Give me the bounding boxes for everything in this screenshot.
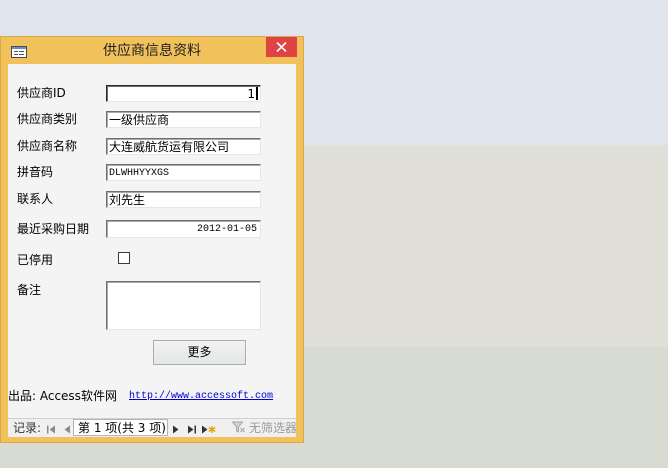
- new-record-icon[interactable]: [202, 423, 216, 437]
- supplier-name-value: 大连威航货运有限公司: [109, 140, 230, 154]
- credit-text: 出品: Access软件网: [8, 389, 117, 403]
- last-purchase-date-value: 2012-01-05: [196, 224, 257, 235]
- contact-field[interactable]: 刘先生: [106, 191, 261, 208]
- supplier-id-value: 1: [247, 87, 255, 101]
- category-field[interactable]: 一级供应商: [106, 111, 261, 128]
- more-button[interactable]: 更多: [153, 340, 246, 365]
- last-purchase-date-field[interactable]: 2012-01-05: [106, 220, 261, 238]
- notes-field[interactable]: [106, 281, 261, 330]
- previous-record-icon[interactable]: [64, 423, 70, 437]
- filter-icon[interactable]: [231, 421, 245, 436]
- supplier-id-label: 供应商ID: [17, 86, 66, 100]
- category-value: 一级供应商: [109, 113, 170, 127]
- form-icon[interactable]: [11, 43, 27, 58]
- discontinued-label: 已停用: [17, 253, 54, 267]
- pinyin-code-value: DLWHHYYXGS: [109, 168, 170, 179]
- next-record-icon[interactable]: [173, 423, 179, 437]
- first-record-icon[interactable]: [47, 423, 55, 437]
- form-body: 供应商ID 1 供应商类别 一级供应商 供应商名称 大连威航货运有限公司 拼音码…: [8, 64, 296, 437]
- contact-value: 刘先生: [109, 193, 146, 207]
- category-label: 供应商类别: [17, 112, 78, 126]
- supplier-name-field[interactable]: 大连威航货运有限公司: [106, 138, 261, 155]
- supplier-info-window: 供应商信息资料 供应商ID 1 供应商类别 一级供应商 供应商名称 大连威航货运…: [0, 36, 304, 443]
- website-link[interactable]: http://www.accessoft.com: [129, 391, 273, 403]
- current-record-text: 第 1 项(共 3 项): [78, 421, 166, 435]
- record-navigator-label: 记录:: [13, 421, 42, 435]
- supplier-name-label: 供应商名称: [17, 139, 78, 153]
- filter-status[interactable]: 无筛选器: [249, 421, 296, 435]
- close-icon: [276, 42, 287, 52]
- pinyin-code-field[interactable]: DLWHHYYXGS: [106, 164, 261, 181]
- discontinued-checkbox[interactable]: [118, 252, 130, 264]
- last-purchase-date-label: 最近采购日期: [17, 222, 90, 236]
- close-button[interactable]: [266, 37, 297, 57]
- supplier-id-field[interactable]: 1: [106, 85, 261, 102]
- last-record-icon[interactable]: [188, 423, 196, 437]
- contact-label: 联系人: [17, 192, 54, 206]
- record-navigator: 记录: 第 1 项(共 3 项) 无筛选器: [8, 418, 296, 437]
- window-title: 供应商信息资料: [103, 43, 201, 59]
- current-record-box[interactable]: 第 1 项(共 3 项): [73, 419, 168, 436]
- pinyin-code-label: 拼音码: [17, 165, 54, 179]
- text-caret: [256, 87, 258, 100]
- notes-label: 备注: [17, 283, 42, 297]
- title-bar[interactable]: 供应商信息资料: [0, 36, 304, 64]
